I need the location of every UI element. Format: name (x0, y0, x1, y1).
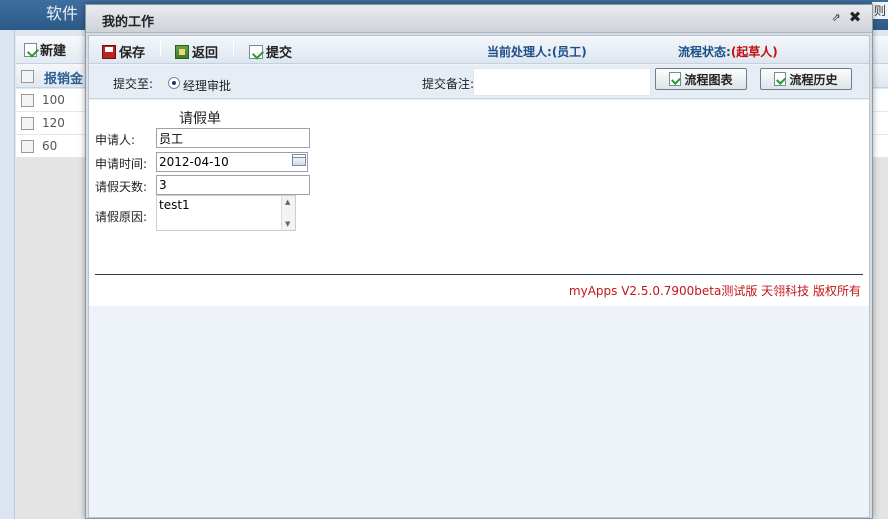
header-right-text: 则 (871, 2, 888, 19)
flow-status: 流程状态:(起草人) (678, 43, 778, 60)
column-header-amount[interactable]: 报销金 (44, 68, 83, 87)
new-button[interactable]: 新建 (24, 40, 66, 59)
dialog-titlebar[interactable]: 我的工作 ⇗ ✖ (86, 5, 872, 33)
app-title: 软件 (46, 4, 79, 23)
dialog-title: 我的工作 (102, 15, 155, 30)
row-checkbox[interactable] (21, 117, 34, 130)
leave-form: 请假单 申请人: 申请时间: 请假天数: 请假原因: test1 ▲ ▼ myA… (89, 100, 869, 306)
submit-button-label: 提交 (266, 46, 293, 61)
table-cell: 60 (42, 139, 58, 153)
save-button[interactable]: 保存 (102, 42, 145, 61)
close-icon[interactable]: ✖ (848, 10, 862, 25)
calendar-icon[interactable] (292, 154, 306, 166)
select-all-checkbox[interactable] (21, 70, 34, 83)
toolbar-divider (233, 41, 234, 57)
table-cell: 120 (42, 116, 65, 130)
submit-bar: 提交至: 经理审批 提交备注: 流程图表 流程历史 (89, 65, 869, 99)
flow-chart-button-label: 流程图表 (684, 72, 733, 87)
new-doc-icon (24, 42, 37, 57)
apply-time-field[interactable] (156, 152, 308, 172)
scroll-down-icon[interactable]: ▼ (285, 220, 290, 228)
flow-history-button[interactable]: 流程历史 (760, 68, 852, 90)
leave-days-label: 请假天数: (95, 180, 148, 194)
back-icon (175, 44, 189, 59)
flow-chart-icon (669, 72, 682, 86)
my-work-dialog: 我的工作 ⇗ ✖ 保存 返回 提交 当前处理人:(员工) 流程状态:(起草人) (85, 4, 873, 519)
left-strip (0, 30, 15, 519)
remark-input[interactable] (473, 68, 651, 96)
save-button-label: 保存 (119, 46, 146, 61)
leave-days-field[interactable] (156, 175, 310, 195)
leave-reason-label: 请假原因: (95, 210, 148, 224)
scroll-up-icon[interactable]: ▲ (285, 198, 290, 206)
flow-history-button-label: 流程历史 (789, 72, 838, 87)
restore-icon[interactable]: ⇗ (830, 12, 842, 24)
table-cell: 100 (42, 93, 65, 107)
manager-approval-radio[interactable] (168, 77, 180, 89)
flow-chart-button[interactable]: 流程图表 (655, 68, 747, 90)
textarea-scrollbar[interactable]: ▲ ▼ (281, 196, 295, 230)
leave-reason-field[interactable]: test1 (156, 195, 296, 231)
new-button-label: 新建 (40, 44, 67, 59)
current-handler-status: 当前处理人:(员工) (487, 43, 587, 60)
submit-to-label: 提交至: (113, 77, 154, 91)
toolbar-divider (160, 41, 161, 57)
flow-status-value: (起草人) (730, 45, 778, 59)
row-checkbox[interactable] (21, 140, 34, 153)
current-handler-label: 当前处理人: (487, 45, 552, 59)
applicant-label: 申请人: (95, 133, 136, 147)
back-button[interactable]: 返回 (175, 42, 218, 61)
footer-divider (95, 274, 863, 275)
applicant-field[interactable] (156, 128, 310, 148)
dialog-body: 保存 返回 提交 当前处理人:(员工) 流程状态:(起草人) 提交至: 经理审批… (88, 35, 870, 518)
submit-icon (249, 44, 263, 59)
back-button-label: 返回 (192, 46, 219, 61)
form-title: 请假单 (179, 111, 221, 127)
row-checkbox[interactable] (21, 94, 34, 107)
save-icon (102, 44, 116, 59)
flow-history-icon (774, 72, 787, 86)
dialog-empty-area (89, 306, 869, 517)
current-handler-value: (员工) (551, 45, 587, 59)
manager-approval-label[interactable]: 经理审批 (183, 77, 231, 94)
apply-time-label: 申请时间: (95, 157, 148, 171)
submit-button[interactable]: 提交 (249, 42, 292, 61)
dialog-toolbar: 保存 返回 提交 当前处理人:(员工) 流程状态:(起草人) (89, 36, 869, 64)
flow-status-label: 流程状态: (678, 45, 731, 59)
copyright-footer: myApps V2.5.0.7900beta测试版 天翎科技 版权所有 (568, 284, 861, 298)
remark-label: 提交备注: (422, 77, 475, 91)
